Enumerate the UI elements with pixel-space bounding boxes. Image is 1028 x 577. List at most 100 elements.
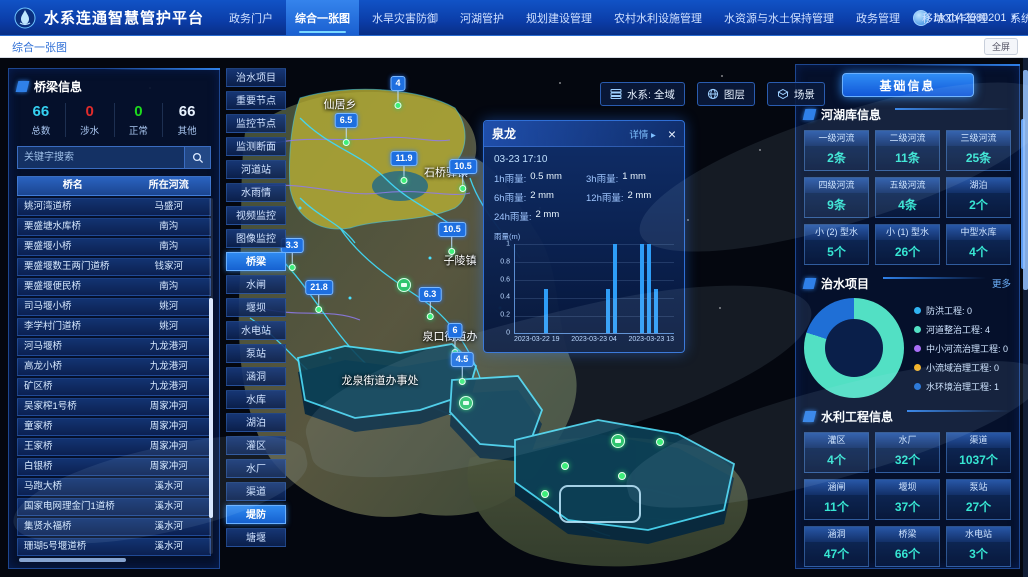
water-level-marker[interactable]: 6.5	[335, 113, 358, 146]
cell-label: 涵闸	[805, 480, 868, 495]
stat-cell[interactable]: 五级河流4条	[875, 177, 940, 218]
table-row[interactable]: 矿区桥九龙港河	[17, 378, 211, 396]
table-row[interactable]: 高龙小桥九龙港河	[17, 358, 211, 376]
nav-item[interactable]: 河湖管护	[451, 0, 513, 35]
table-row[interactable]: 栗盛堰数王两门道桥钱家河	[17, 258, 211, 276]
layer-menu-item[interactable]: 监控节点	[226, 114, 286, 133]
nav-item[interactable]: 系统管理	[1001, 0, 1028, 35]
layer-menu-item[interactable]: 灌区	[226, 436, 286, 455]
map-control-scene[interactable]: 场景	[767, 82, 825, 106]
search-button[interactable]	[185, 146, 211, 169]
stat-cell[interactable]: 涵洞47个	[804, 526, 869, 567]
layer-menu-item[interactable]: 渠道	[226, 482, 286, 501]
table-row[interactable]: 童家桥周家冲河	[17, 418, 211, 436]
table-row[interactable]: 司马堰小桥姚河	[17, 298, 211, 316]
layer-menu-item[interactable]: 河道站	[226, 160, 286, 179]
basic-info-button[interactable]: 基础信息	[842, 73, 974, 97]
table-row[interactable]: 栗盛堰小桥南沟	[17, 238, 211, 256]
point-marker[interactable]	[656, 438, 664, 446]
layer-menu-item[interactable]: 水电站	[226, 321, 286, 340]
layer-menu-item[interactable]: 湖泊	[226, 413, 286, 432]
water-level-marker[interactable]: 10.5	[438, 222, 466, 255]
table-row[interactable]: 姚河湾道桥马盛河	[17, 198, 211, 216]
map-control-layers[interactable]: 水系: 全域	[600, 82, 685, 106]
layer-menu-item[interactable]: 水库	[226, 390, 286, 409]
layer-menu-item[interactable]: 图像监控	[226, 229, 286, 248]
point-marker[interactable]	[541, 490, 549, 498]
water-level-marker[interactable]: 4	[390, 76, 405, 109]
stat-cell[interactable]: 渠道1037个	[946, 432, 1011, 473]
layer-menu-item[interactable]: 水闸	[226, 275, 286, 294]
marker-dot	[656, 438, 664, 446]
layer-menu-item[interactable]: 水雨情	[226, 183, 286, 202]
nav-item[interactable]: 政务门户	[220, 0, 282, 35]
water-level-marker[interactable]: 6.3	[419, 287, 442, 320]
point-marker[interactable]	[618, 472, 626, 480]
layer-menu-item[interactable]: 塘堰	[226, 528, 286, 547]
table-row[interactable]: 栗盛堰便民桥南沟	[17, 278, 211, 296]
stat-cell[interactable]: 水厂32个	[875, 432, 940, 473]
layer-menu-item[interactable]: 桥梁	[226, 252, 286, 271]
water-level-marker[interactable]: 11.9	[390, 151, 417, 184]
camera-marker[interactable]	[397, 278, 411, 292]
stat-cell[interactable]: 中型水库4个	[946, 224, 1011, 265]
stat-cell[interactable]: 四级河流9条	[804, 177, 869, 218]
table-row[interactable]: 栗盛塘水库桥南沟	[17, 218, 211, 236]
layer-menu-item[interactable]: 监测断面	[226, 137, 286, 156]
nav-item[interactable]: 移动工作管理	[913, 0, 997, 35]
table-hscrollbar[interactable]	[19, 558, 126, 562]
layer-menu-item[interactable]: 治水项目	[226, 68, 286, 87]
stat-cell[interactable]: 堰坝37个	[875, 479, 940, 520]
stat-cell[interactable]: 湖泊2个	[946, 177, 1011, 218]
table-row[interactable]: 王家桥周家冲河	[17, 438, 211, 456]
stat-cell[interactable]: 小 (1) 型水26个	[875, 224, 940, 265]
water-level-marker[interactable]: 4.5	[451, 352, 474, 385]
nav-item[interactable]: 水旱灾害防御	[363, 0, 447, 35]
camera-marker[interactable]	[611, 434, 625, 448]
nav-item[interactable]: 规划建设管理	[517, 0, 601, 35]
stat-cell[interactable]: 泵站27个	[946, 479, 1011, 520]
table-vscrollbar[interactable]	[209, 198, 213, 554]
map-control-globe[interactable]: 图层	[697, 82, 755, 106]
layer-menu-item[interactable]: 涵洞	[226, 367, 286, 386]
stat-cell[interactable]: 一级河流2条	[804, 130, 869, 171]
stat-cell[interactable]: 二级河流11条	[875, 130, 940, 171]
nav-item[interactable]: 综合一张图	[286, 0, 359, 35]
table-row[interactable]: 国家电网理金门1道桥溪水河	[17, 498, 211, 516]
water-level-marker[interactable]: 21.8	[305, 280, 333, 313]
nav-item[interactable]: 农村水利设施管理	[605, 0, 711, 35]
marker-dot	[316, 306, 323, 313]
table-row[interactable]: 白银桥周家冲河	[17, 458, 211, 476]
more-link[interactable]: 更多	[992, 276, 1011, 290]
layer-menu-item[interactable]: 视频监控	[226, 206, 286, 225]
layer-menu-item[interactable]: 堤防	[226, 505, 286, 524]
stat-cell[interactable]: 小 (2) 型水5个	[804, 224, 869, 265]
search-input[interactable]	[17, 146, 185, 169]
close-icon[interactable]: ×	[668, 127, 676, 141]
nav-item[interactable]: 政务管理	[847, 0, 909, 35]
layer-menu-item[interactable]: 重要节点	[226, 91, 286, 110]
layer-menu-item[interactable]: 水厂	[226, 459, 286, 478]
layer-menu-item[interactable]: 堰坝	[226, 298, 286, 317]
table-row[interactable]: 珊瑚5号堰道桥溪水河	[17, 538, 211, 556]
table-row[interactable]: 河马堰桥九龙港河	[17, 338, 211, 356]
marker-stem	[404, 166, 405, 177]
water-level-marker[interactable]: 10.5	[449, 159, 477, 192]
nav-item[interactable]: 水资源与水土保持管理	[715, 0, 843, 35]
table-row[interactable]: 李学村门道桥姚河	[17, 318, 211, 336]
camera-marker[interactable]	[459, 396, 473, 410]
fullscreen-button[interactable]: 全屏	[984, 38, 1018, 55]
stat-cell[interactable]: 涵闸11个	[804, 479, 869, 520]
table-row[interactable]: 吴家榨1号桥周家冲河	[17, 398, 211, 416]
stat-cell[interactable]: 灌区4个	[804, 432, 869, 473]
popup-detail-link[interactable]: 详情 ▸	[629, 127, 655, 141]
stat-cell[interactable]: 桥梁66个	[875, 526, 940, 567]
table-row[interactable]: 集贤水福桥溪水河	[17, 518, 211, 536]
window-scrollbar[interactable]	[1023, 58, 1028, 577]
point-marker[interactable]	[561, 462, 569, 470]
stat-cell[interactable]: 水电站3个	[946, 526, 1011, 567]
y-tick: 0.8	[494, 258, 510, 265]
layer-menu-item[interactable]: 泵站	[226, 344, 286, 363]
table-row[interactable]: 马跑大桥溪水河	[17, 478, 211, 496]
stat-cell[interactable]: 三级河流25条	[946, 130, 1011, 171]
